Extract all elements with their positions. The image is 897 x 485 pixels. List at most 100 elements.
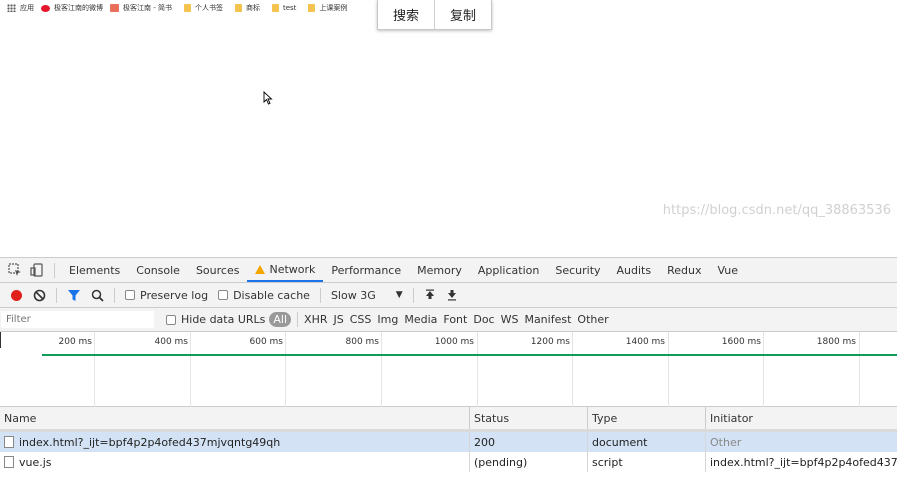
filter-type-img[interactable]: Img — [377, 313, 398, 326]
filter-type-doc[interactable]: Doc — [473, 313, 494, 326]
bookmark-folder-test[interactable]: test — [271, 4, 296, 12]
request-name-cell: vue.js — [0, 452, 470, 472]
folder-icon — [183, 4, 191, 12]
column-header-status[interactable]: Status — [470, 407, 588, 429]
timeline-start-marker — [0, 332, 1, 348]
divider — [56, 287, 57, 303]
timeline-gridline — [381, 332, 382, 407]
timeline-tick-label: 1800 ms — [816, 337, 856, 347]
checkbox-box[interactable] — [166, 314, 176, 325]
table-header: Name Status Type Initiator — [0, 407, 897, 432]
checkbox-box[interactable] — [125, 290, 135, 300]
filter-icon[interactable] — [67, 289, 81, 302]
tab-security[interactable]: Security — [547, 258, 608, 282]
timeline-tick-label: 1600 ms — [721, 337, 761, 347]
timeline-tick-label: 1400 ms — [625, 337, 665, 347]
tab-console[interactable]: Console — [128, 258, 188, 282]
device-toolbar-icon[interactable] — [30, 263, 44, 277]
request-initiator-cell: Other — [710, 435, 742, 449]
tab-network[interactable]: Network — [247, 258, 324, 282]
timeline-tick-label: 800 ms — [345, 337, 380, 347]
column-header-initiator[interactable]: Initiator — [706, 407, 897, 429]
folder-icon — [308, 4, 316, 12]
divider — [297, 312, 299, 327]
folder-icon — [234, 4, 242, 12]
network-overview-timeline[interactable]: 200 ms 400 ms 600 ms 800 ms 1000 ms 1200… — [0, 332, 897, 407]
filter-type-ws[interactable]: WS — [501, 313, 519, 326]
divider — [54, 262, 55, 278]
filter-type-media[interactable]: Media — [404, 313, 437, 326]
checkbox-box[interactable] — [218, 290, 229, 300]
devtools-panel: Elements Console Sources Network Perform… — [0, 257, 897, 485]
filter-type-all[interactable]: All — [269, 312, 292, 327]
filter-type-js[interactable]: JS — [334, 313, 344, 326]
import-har-icon[interactable] — [424, 289, 436, 301]
page-button-group: 搜索 复制 — [377, 0, 492, 30]
filter-type-xhr[interactable]: XHR — [304, 313, 327, 326]
table-row[interactable]: index.html?_ijt=bpf4p2p4ofed437mjvqntg49… — [0, 432, 897, 452]
timeline-gridline — [763, 332, 764, 407]
bookmark-folder-trademark[interactable]: 商标 — [234, 3, 260, 13]
tab-redux[interactable]: Redux — [659, 258, 709, 282]
export-har-icon[interactable] — [446, 289, 458, 301]
timeline-tick-label: 1200 ms — [530, 337, 570, 347]
warning-icon — [255, 264, 266, 274]
timeline-gridline — [668, 332, 669, 407]
copy-button[interactable]: 复制 — [434, 0, 491, 29]
timeline-tick-label: 1000 ms — [434, 337, 474, 347]
request-type-cell: script — [588, 452, 706, 472]
clear-icon[interactable] — [33, 289, 46, 302]
search-icon[interactable] — [91, 289, 104, 302]
devtools-tab-bar: Elements Console Sources Network Perform… — [0, 258, 897, 283]
document-file-icon — [4, 436, 14, 448]
bookmark-folder-class[interactable]: 上课案例 — [308, 3, 347, 13]
timeline-gridline — [94, 332, 95, 407]
tab-elements[interactable]: Elements — [61, 258, 128, 282]
divider — [412, 287, 414, 303]
tab-memory[interactable]: Memory — [409, 258, 470, 282]
request-initiator-cell[interactable]: index.html?_ijt=bpf4p2p4ofed437mi... — [706, 452, 897, 472]
script-file-icon — [4, 456, 14, 468]
network-filter-bar: Hide data URLs All XHR JS CSS Img Media … — [0, 308, 897, 332]
weibo-icon — [41, 4, 50, 12]
timeline-gridline — [285, 332, 286, 407]
hide-data-urls-checkbox[interactable]: Hide data URLs — [166, 313, 265, 326]
inspect-element-icon[interactable] — [8, 263, 22, 277]
disable-cache-checkbox[interactable]: Disable cache — [218, 289, 310, 302]
preserve-log-checkbox[interactable]: Preserve log — [125, 289, 208, 302]
dropdown-arrow-icon: ▼ — [395, 290, 403, 300]
timeline-tick-label: 600 ms — [249, 337, 284, 347]
timeline-request-bar — [42, 354, 897, 356]
filter-type-manifest[interactable]: Manifest — [524, 313, 571, 326]
timeline-gridline — [572, 332, 573, 407]
filter-type-css[interactable]: CSS — [350, 313, 372, 326]
request-status-cell: 200 — [470, 432, 588, 452]
tab-sources[interactable]: Sources — [188, 258, 248, 282]
search-button[interactable]: 搜索 — [378, 0, 434, 29]
jianshu-icon — [110, 4, 119, 12]
divider — [319, 287, 321, 303]
filter-type-font[interactable]: Font — [443, 313, 467, 326]
bookmark-apps[interactable]: 应用 — [7, 3, 34, 13]
table-row[interactable]: vue.js (pending) script index.html?_ijt=… — [0, 452, 897, 472]
filter-input[interactable] — [1, 311, 154, 328]
filter-type-other[interactable]: Other — [577, 313, 608, 326]
tab-performance[interactable]: Performance — [323, 258, 409, 282]
request-type-cell: document — [588, 432, 706, 452]
bookmark-jianshu[interactable]: 极客江南 - 简书 — [110, 3, 172, 13]
throttling-select[interactable]: Slow 3G ▼ — [331, 289, 403, 302]
apps-grid-icon — [7, 4, 16, 12]
record-icon[interactable] — [10, 289, 23, 302]
tab-vue[interactable]: Vue — [710, 258, 747, 282]
mouse-cursor-icon — [263, 91, 273, 105]
folder-icon — [271, 4, 279, 12]
bookmark-folder-personal[interactable]: 个人书签 — [183, 3, 223, 13]
column-header-name[interactable]: Name — [0, 407, 470, 429]
column-header-type[interactable]: Type — [588, 407, 706, 429]
tab-audits[interactable]: Audits — [609, 258, 660, 282]
network-request-table: Name Status Type Initiator index.html?_i… — [0, 407, 897, 472]
timeline-tick-label: 200 ms — [58, 337, 93, 347]
tab-application[interactable]: Application — [470, 258, 547, 282]
request-name-cell: index.html?_ijt=bpf4p2p4ofed437mjvqntg49… — [0, 432, 470, 452]
bookmark-weibo[interactable]: 极客江南的微博 — [41, 3, 103, 13]
